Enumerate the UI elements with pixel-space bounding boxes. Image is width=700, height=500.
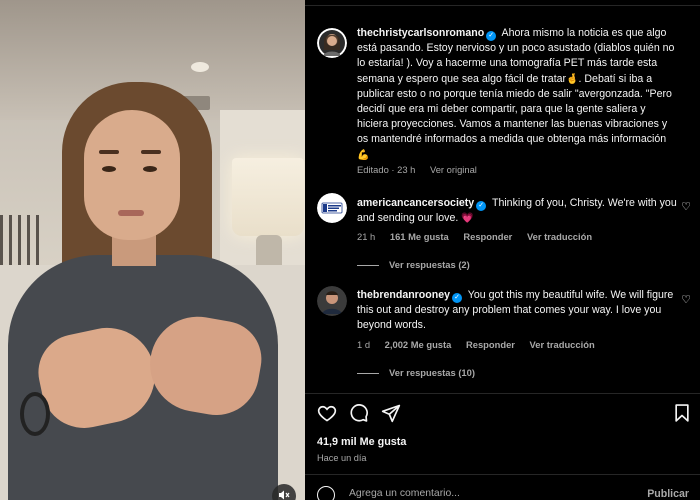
- action-bar: [317, 403, 692, 425]
- person-mouth: [118, 210, 144, 216]
- share-icon[interactable]: [381, 403, 401, 423]
- comment-input[interactable]: Agrega un comentario...: [349, 488, 460, 499]
- comment-meta: 21 h 161 Me gusta Responder Ver traducci…: [357, 231, 604, 242]
- person-brow-left: [99, 150, 119, 154]
- avatar-brendan-image: [317, 286, 347, 316]
- pink-heart-emoji: 💗: [461, 213, 474, 225]
- fingers-crossed-emoji: 🤞: [566, 73, 579, 85]
- replies-line: [357, 373, 379, 375]
- view-replies-button[interactable]: Ver respuestas (10): [357, 367, 475, 378]
- bookmark-glyph: [675, 404, 689, 422]
- divider: [305, 393, 700, 394]
- avatar-acs-image: [317, 193, 347, 223]
- avatar[interactable]: [317, 286, 347, 316]
- person-eye-right: [143, 166, 157, 172]
- comment-time: 1 d: [357, 339, 371, 350]
- caption-username[interactable]: thechristycarlsonromano: [357, 27, 484, 39]
- avatar[interactable]: [317, 28, 347, 58]
- comment-icon[interactable]: [349, 403, 369, 423]
- comment-likes[interactable]: 2,002 Me gusta: [385, 339, 452, 350]
- person-bracelet: [20, 392, 50, 436]
- video-player[interactable]: [0, 0, 305, 500]
- caption-text: thechristycarlsonromano ✓ Ahora mismo la …: [357, 26, 679, 163]
- translate-link[interactable]: Ver traducción: [527, 231, 592, 242]
- comment-meta: 1 d 2,002 Me gusta Responder Ver traducc…: [357, 339, 607, 350]
- caption-edited: Editado · 23 h: [357, 164, 416, 175]
- smile-icon[interactable]: [317, 486, 335, 500]
- verified-badge-icon: ✓: [452, 293, 463, 303]
- see-original-link[interactable]: Ver original: [430, 164, 477, 175]
- bookmark-icon[interactable]: [672, 403, 692, 423]
- view-replies-label: Ver respuestas (2): [389, 259, 470, 270]
- comment-time: 21 h: [357, 231, 376, 242]
- speaker-muted-glyph: [279, 490, 290, 500]
- like-count[interactable]: 41,9 mil Me gusta: [317, 436, 406, 448]
- person-eye-left: [102, 166, 116, 172]
- comment-username[interactable]: americancancersociety: [357, 197, 474, 209]
- avatar-christy-image: [317, 28, 347, 58]
- comment-username[interactable]: thebrendanrooney: [357, 289, 450, 301]
- share-glyph: [381, 404, 401, 423]
- heart-glyph: [317, 405, 337, 422]
- comment-likes[interactable]: 161 Me gusta: [390, 231, 449, 242]
- comments-panel: thechristycarlsonromano ✓ Ahora mismo la …: [305, 0, 700, 500]
- verified-badge-icon: ✓: [486, 31, 497, 41]
- flexed-biceps-emoji: 💪: [357, 149, 370, 161]
- reply-button[interactable]: Responder: [466, 339, 515, 350]
- post-time: Hace un día: [317, 453, 367, 463]
- avatar[interactable]: [317, 193, 347, 223]
- view-replies-label: Ver respuestas (10): [389, 367, 475, 378]
- publish-button[interactable]: Publicar: [647, 488, 689, 500]
- verified-badge-icon: ✓: [476, 201, 487, 211]
- person-brow-right: [141, 150, 161, 154]
- comment-heart-icon[interactable]: ♡: [680, 201, 692, 213]
- caption-meta: Editado · 23 h Ver original: [357, 164, 489, 175]
- replies-line: [357, 265, 379, 267]
- translate-link[interactable]: Ver traducción: [530, 339, 595, 350]
- divider: [305, 474, 700, 475]
- comment-heart-icon[interactable]: ♡: [680, 294, 692, 306]
- view-replies-button[interactable]: Ver respuestas (2): [357, 259, 470, 270]
- comment-text: thebrendanrooney ✓ You got this my beauti…: [357, 288, 679, 334]
- comment-text: americancancersociety ✓ Thinking of you, …: [357, 196, 679, 226]
- heart-icon[interactable]: [317, 403, 337, 423]
- ceiling-light: [191, 62, 209, 72]
- person-face: [84, 110, 180, 240]
- comment-glyph: [350, 404, 368, 422]
- lamp-shade: [232, 158, 304, 236]
- reply-button[interactable]: Responder: [463, 231, 512, 242]
- header-bar: [305, 0, 700, 6]
- add-comment-bar: Agrega un comentario... Publicar: [317, 484, 689, 500]
